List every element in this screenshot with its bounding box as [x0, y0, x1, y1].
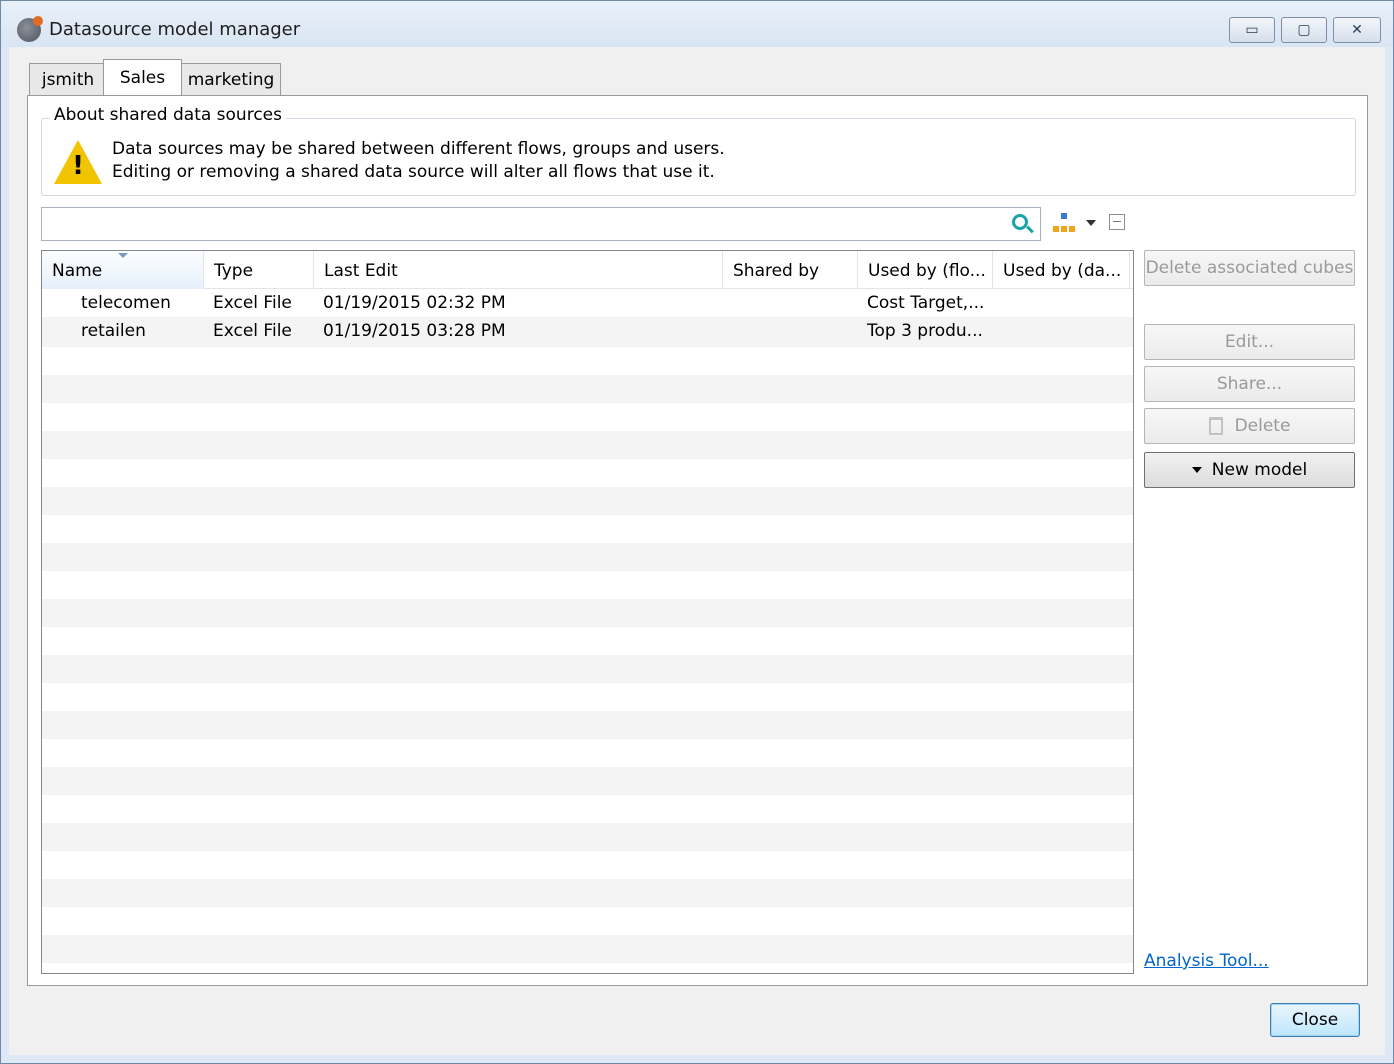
minimize-button[interactable]: ▭ [1229, 17, 1275, 43]
warning-text-line-2: Editing or removing a shared data source… [112, 162, 715, 182]
delete-associated-cubes-button[interactable]: Delete associated cubes [1144, 250, 1355, 286]
new-model-button[interactable]: New model [1144, 452, 1355, 488]
column-header-name[interactable]: Name [42, 251, 204, 289]
app-icon [17, 16, 43, 42]
cell-type: Excel File [213, 293, 292, 313]
window-title: Datasource model manager [49, 19, 301, 40]
chevron-down-icon[interactable] [1086, 220, 1096, 226]
close-button[interactable]: Close [1270, 1003, 1360, 1037]
collapse-all-icon[interactable] [1109, 214, 1125, 230]
hierarchy-icon[interactable] [1053, 213, 1075, 233]
title-bar[interactable]: Datasource model manager ▭ ▢ ✕ [1, 1, 1393, 47]
sort-arrow-icon [118, 253, 128, 258]
dialog-body: jsmith Sales marketing About shared data… [9, 47, 1385, 1055]
column-header-used-by-flows[interactable]: Used by (flo... [858, 251, 993, 289]
tab-jsmith[interactable]: jsmith [29, 63, 107, 95]
group-title: About shared data sources [50, 105, 286, 125]
cell-used-by-flows: Cost Target,... [867, 293, 985, 313]
column-header-used-by-da[interactable]: Used by (da... [993, 251, 1130, 289]
column-header-shared-by[interactable]: Shared by [723, 251, 858, 289]
share-button[interactable]: Share... [1144, 366, 1355, 402]
caret-down-icon [1191, 467, 1202, 473]
datasource-table[interactable]: Name Type Last Edit Shared by Used by (f… [41, 250, 1134, 974]
cell-used-by-flows: Top 3 produ... [867, 321, 983, 341]
cell-type: Excel File [213, 321, 292, 341]
edit-button[interactable]: Edit... [1144, 324, 1355, 360]
table-row[interactable]: telecomen Excel File 01/19/2015 02:32 PM… [42, 289, 1133, 317]
column-header-last-edit[interactable]: Last Edit [314, 251, 723, 289]
warning-exclamation: ! [72, 151, 84, 181]
tab-marketing[interactable]: marketing [181, 63, 281, 95]
datasource-model-manager-window: Datasource model manager ▭ ▢ ✕ jsmith Sa… [0, 0, 1394, 1064]
cell-last-edit: 01/19/2015 03:28 PM [323, 321, 506, 341]
window-close-button[interactable]: ✕ [1333, 17, 1381, 43]
tab-panel-sales: About shared data sources ! Data sources… [27, 95, 1368, 986]
tab-sales[interactable]: Sales [103, 59, 182, 95]
trash-icon [1208, 417, 1223, 435]
new-model-label: New model [1211, 460, 1308, 480]
search-icon[interactable] [1012, 214, 1028, 230]
search-field [41, 207, 1041, 241]
warning-text-line-1: Data sources may be shared between diffe… [112, 139, 725, 159]
search-input[interactable] [42, 208, 1002, 240]
maximize-button[interactable]: ▢ [1281, 17, 1327, 43]
delete-button[interactable]: Delete [1144, 408, 1355, 444]
table-header: Name Type Last Edit Shared by Used by (f… [42, 251, 1133, 289]
delete-button-label: Delete [1234, 416, 1291, 436]
cell-name: retailen [81, 321, 146, 341]
cell-name: telecomen [81, 293, 171, 313]
about-shared-data-sources-group: About shared data sources ! Data sources… [41, 105, 1356, 196]
column-header-type[interactable]: Type [204, 251, 314, 289]
table-row[interactable]: retailen Excel File 01/19/2015 03:28 PM … [42, 317, 1133, 345]
cell-last-edit: 01/19/2015 02:32 PM [323, 293, 506, 313]
analysis-tool-link[interactable]: Analysis Tool... [1144, 951, 1269, 971]
